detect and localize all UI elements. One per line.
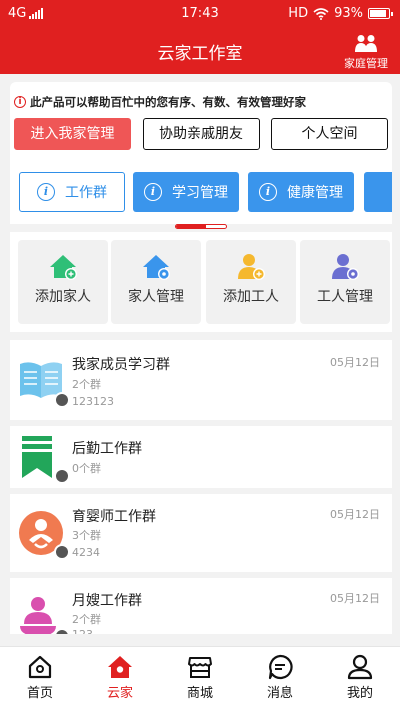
info-icon: i bbox=[37, 183, 55, 201]
group-date: 05月12日 bbox=[330, 592, 380, 605]
battery-percent: 93% bbox=[334, 6, 363, 21]
group-count: 3个群 bbox=[72, 529, 101, 542]
family-manage-button[interactable]: 家庭管理 bbox=[340, 34, 392, 71]
category-carousel[interactable]: i 工作群 i 学习管理 i 健康管理 i bbox=[19, 172, 392, 214]
book-icon bbox=[18, 358, 70, 408]
add-family-button[interactable]: 添加家人 bbox=[18, 240, 108, 324]
add-worker-button[interactable]: 添加工人 bbox=[206, 240, 296, 324]
tab-yunjia[interactable]: 云家 bbox=[80, 647, 160, 711]
intro-card: i 此产品可以帮助百忙中的您有序、有数、有效管理好家 进入我家管理 协助亲戚朋友… bbox=[10, 82, 392, 224]
group-count: 0个群 bbox=[72, 462, 101, 475]
worker-manage-icon bbox=[332, 254, 359, 280]
quick-action-label: 家人管理 bbox=[128, 289, 184, 305]
group-date: 05月12日 bbox=[330, 508, 380, 521]
tab-mine[interactable]: 我的 bbox=[320, 647, 400, 711]
list-item[interactable]: 后勤工作群 0个群 bbox=[10, 426, 392, 488]
tab-my-family[interactable]: 进入我家管理 bbox=[14, 118, 131, 150]
message-icon bbox=[268, 654, 293, 680]
group-badge-icon bbox=[54, 392, 70, 408]
group-name: 我家成员学习群 bbox=[72, 357, 170, 373]
notice-text: 此产品可以帮助百忙中的您有序、有数、有效管理好家 bbox=[30, 95, 306, 109]
info-icon: i bbox=[14, 96, 26, 108]
group-name: 育婴师工作群 bbox=[72, 509, 156, 525]
tab-help-relatives[interactable]: 协助亲戚朋友 bbox=[142, 118, 260, 150]
info-icon: i bbox=[144, 183, 162, 201]
add-worker-icon bbox=[238, 254, 265, 280]
group-badge-icon bbox=[54, 544, 70, 560]
carousel-indicator-fill bbox=[176, 225, 206, 228]
shop-icon bbox=[188, 657, 212, 678]
status-bar: 4G 17:43 HD 93% bbox=[0, 0, 400, 28]
quick-action-label: 工人管理 bbox=[317, 289, 373, 305]
family-manage-action[interactable]: 家人管理 bbox=[111, 240, 201, 324]
quick-action-label: 添加家人 bbox=[35, 289, 91, 305]
group-count: 2个群 bbox=[72, 613, 101, 626]
group-count: 2个群 bbox=[72, 378, 101, 391]
group-extra: 123 bbox=[72, 628, 93, 634]
family-icon bbox=[355, 35, 377, 52]
tab-shop[interactable]: 商城 bbox=[160, 647, 240, 711]
mode-tabs: 进入我家管理 协助亲戚朋友 个人空间 bbox=[14, 118, 388, 150]
bottom-tab-bar: 首页 云家 商城 消息 我的 bbox=[0, 646, 400, 711]
group-badge-icon bbox=[54, 468, 70, 484]
carousel-indicator bbox=[175, 224, 227, 229]
group-name: 后勤工作群 bbox=[72, 441, 142, 457]
quick-actions: 添加家人 家人管理 添加工人 工人管理 bbox=[10, 232, 392, 332]
cloud-home-icon bbox=[108, 656, 132, 678]
battery-icon bbox=[368, 8, 393, 19]
tab-personal-space[interactable]: 个人空间 bbox=[271, 118, 388, 150]
tab-messages[interactable]: 消息 bbox=[240, 647, 320, 711]
bookmark-icon bbox=[18, 434, 70, 484]
worker-manage-action[interactable]: 工人管理 bbox=[300, 240, 390, 324]
list-item[interactable]: 月嫂工作群 2个群 123 05月12日 bbox=[10, 578, 392, 634]
wifi-icon bbox=[313, 7, 329, 20]
battery-level bbox=[370, 10, 386, 17]
hd-indicator: HD bbox=[288, 6, 309, 21]
user-icon bbox=[347, 654, 373, 680]
more-category-button[interactable]: i bbox=[364, 172, 392, 212]
group-extra: 123123 bbox=[72, 395, 114, 408]
group-date: 05月12日 bbox=[330, 356, 380, 369]
app-header: 云家工作室 家庭管理 bbox=[0, 28, 400, 74]
info-icon: i bbox=[259, 183, 277, 201]
health-manage-button[interactable]: i 健康管理 bbox=[248, 172, 354, 212]
tab-home[interactable]: 首页 bbox=[0, 647, 80, 711]
group-badge-icon bbox=[54, 628, 70, 634]
add-family-icon bbox=[50, 255, 77, 280]
group-name: 月嫂工作群 bbox=[72, 593, 142, 609]
work-group-button[interactable]: i 工作群 bbox=[19, 172, 125, 212]
family-manage-icon bbox=[143, 255, 170, 280]
notice: i 此产品可以帮助百忙中的您有序、有数、有效管理好家 bbox=[14, 94, 306, 110]
list-item[interactable]: 我家成员学习群 2个群 123123 05月12日 bbox=[10, 340, 392, 420]
list-item[interactable]: 育婴师工作群 3个群 4234 05月12日 bbox=[10, 494, 392, 572]
group-extra: 4234 bbox=[72, 546, 100, 559]
quick-action-label: 添加工人 bbox=[223, 289, 279, 305]
nanny-icon bbox=[18, 594, 70, 634]
family-manage-label: 家庭管理 bbox=[344, 57, 388, 70]
group-list[interactable]: 我家成员学习群 2个群 123123 05月12日 后勤工作群 0个群 育婴师工… bbox=[10, 340, 392, 634]
home-icon bbox=[28, 655, 52, 679]
study-manage-button[interactable]: i 学习管理 bbox=[133, 172, 239, 212]
baby-icon bbox=[18, 510, 70, 560]
